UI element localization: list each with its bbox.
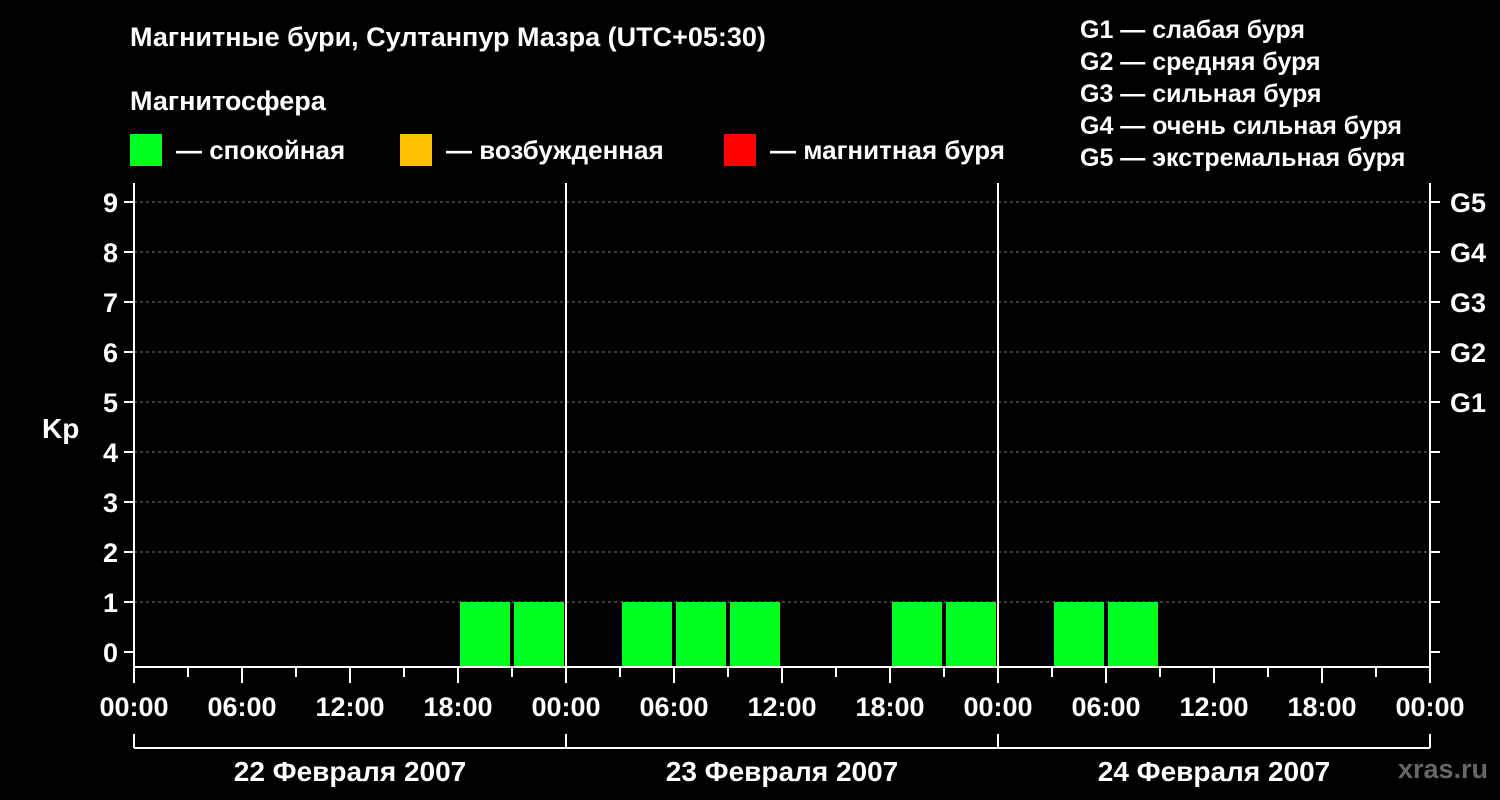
- y-tick-label: 4: [103, 438, 118, 468]
- y-tick-label: 6: [103, 338, 118, 368]
- y-tick-label: 0: [103, 638, 118, 668]
- storm-level-label: G1: [1450, 388, 1486, 418]
- y-axis-title: Kp: [42, 413, 79, 444]
- kp-bar: [676, 602, 726, 667]
- x-tick-label: 00:00: [1395, 692, 1464, 722]
- storm-level-label: G3: [1450, 288, 1486, 318]
- kp-bar: [1108, 602, 1158, 667]
- watermark: xras.ru: [1397, 754, 1488, 784]
- x-tick-label: 18:00: [855, 692, 924, 722]
- y-tick-label: 3: [103, 488, 118, 518]
- kp-bar: [622, 602, 672, 667]
- x-tick-label: 18:00: [423, 692, 492, 722]
- x-tick-label: 18:00: [1287, 692, 1356, 722]
- day-label: 22 Февраля 2007: [234, 756, 466, 787]
- x-tick-label: 12:00: [747, 692, 816, 722]
- y-tick-label: 5: [103, 388, 118, 418]
- kp-bar: [730, 602, 780, 667]
- kp-bar: [460, 602, 510, 667]
- kp-bar: [946, 602, 996, 667]
- y-tick-label: 9: [103, 188, 118, 218]
- x-tick-label: 12:00: [1179, 692, 1248, 722]
- x-tick-label: 12:00: [315, 692, 384, 722]
- x-tick-label: 06:00: [639, 692, 708, 722]
- storm-level-label: G4: [1450, 238, 1486, 268]
- kp-bar: [514, 602, 564, 667]
- storm-level-label: G5: [1450, 188, 1486, 218]
- y-tick-label: 2: [103, 538, 118, 568]
- x-tick-label: 06:00: [1071, 692, 1140, 722]
- storm-level-label: G2: [1450, 338, 1486, 368]
- kp-chart: 0 1 2 3 4 5 6 7 8 9 G1 G2 G3 G4 G5 Kp 00:00 06:00 12:00 18:…: [42, 183, 1486, 787]
- x-tick-label: 00:00: [99, 692, 168, 722]
- day-label: 24 Февраля 2007: [1098, 756, 1330, 787]
- x-tick-label: 00:00: [963, 692, 1032, 722]
- kp-bar: [892, 602, 942, 667]
- y-tick-label: 8: [103, 238, 118, 268]
- kp-bar: [1054, 602, 1104, 667]
- y-tick-label: 1: [103, 588, 118, 618]
- y-tick-label: 7: [103, 288, 118, 318]
- day-label: 23 Февраля 2007: [666, 756, 898, 787]
- x-tick-label: 00:00: [531, 692, 600, 722]
- x-tick-label: 06:00: [207, 692, 276, 722]
